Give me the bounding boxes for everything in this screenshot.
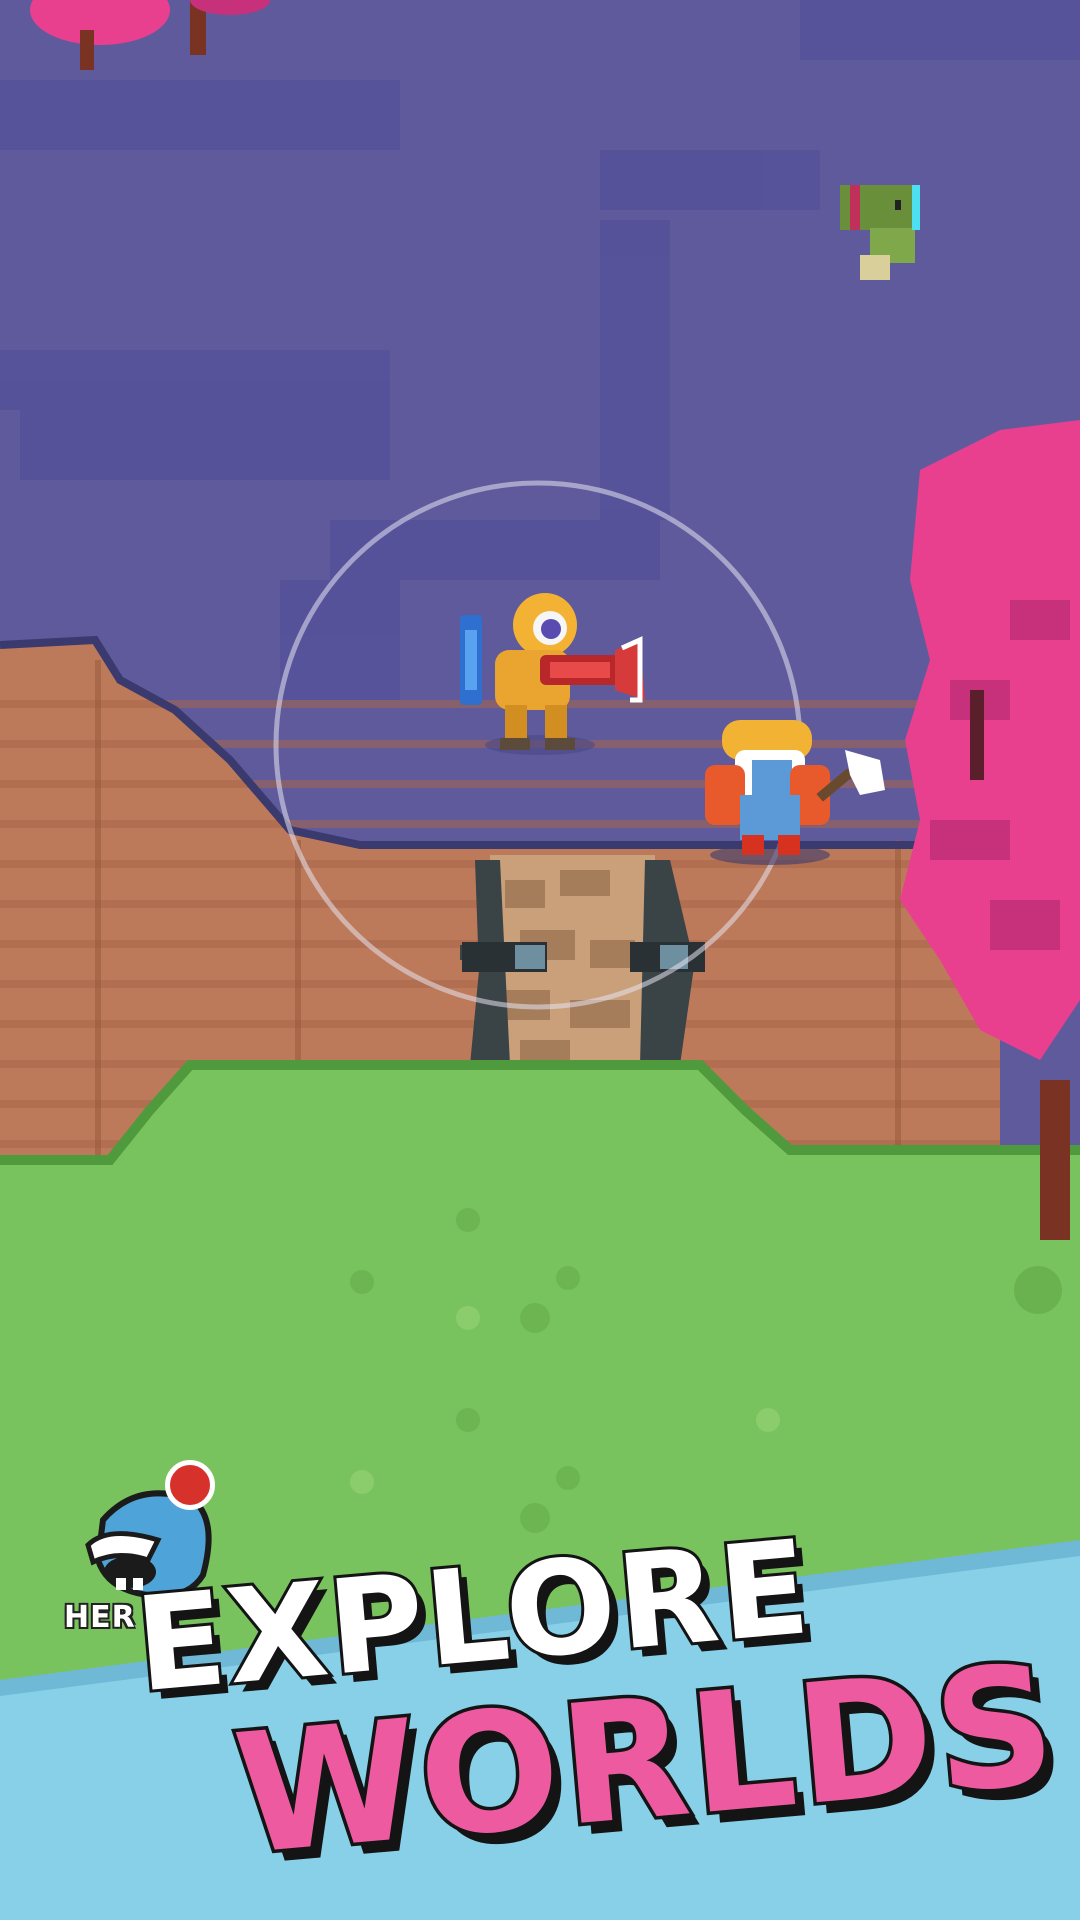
heroes-button-label: HER: [64, 1600, 136, 1635]
notification-badge: [165, 1460, 215, 1510]
wooden-gate: [460, 855, 705, 1065]
heroes-button[interactable]: HER: [60, 1460, 230, 1640]
